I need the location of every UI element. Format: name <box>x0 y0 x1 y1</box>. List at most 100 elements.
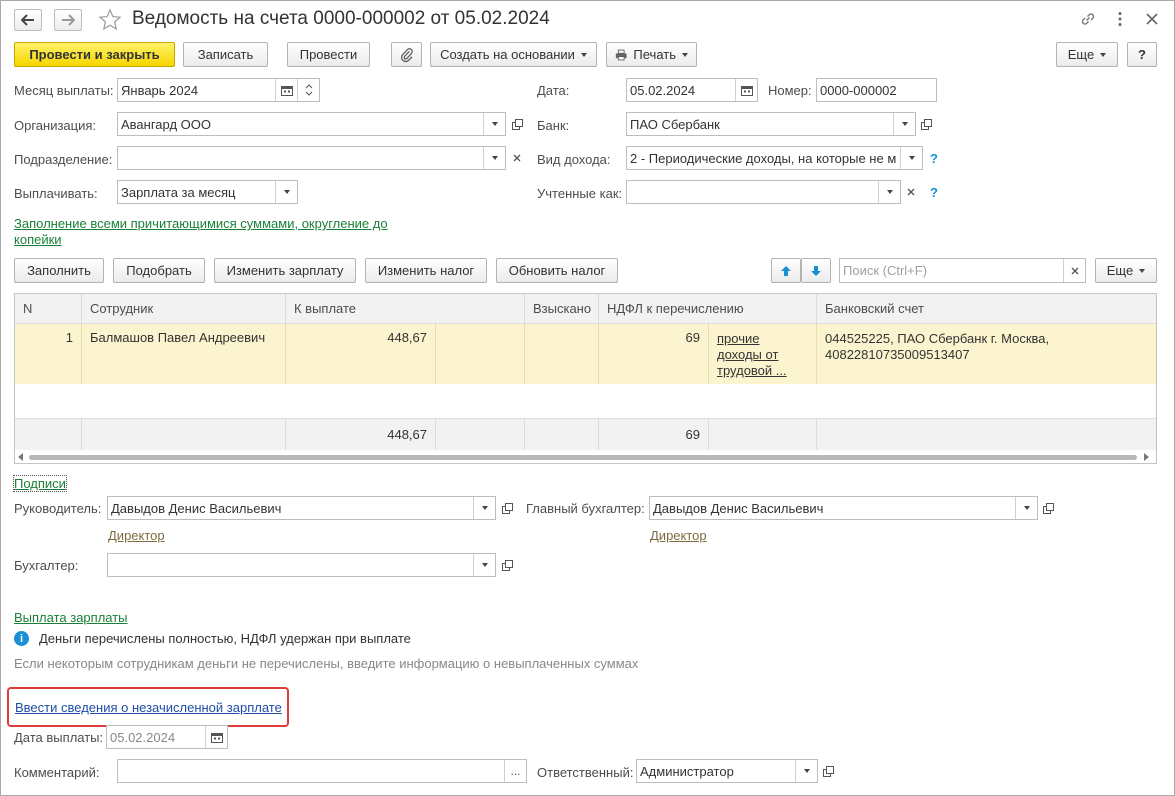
responsible-field[interactable]: Администратор <box>636 759 818 783</box>
search-placeholder: Поиск (Ctrl+F) <box>843 263 928 278</box>
cell-n: 1 <box>15 324 82 384</box>
select-button[interactable]: Подобрать <box>113 258 205 283</box>
accountant-field[interactable] <box>107 553 496 577</box>
col-header-employee[interactable]: Сотрудник <box>82 294 286 324</box>
salary-payment-link[interactable]: Выплата зарплаты <box>14 610 128 625</box>
print-button[interactable]: Печать <box>606 42 697 67</box>
head-label: Руководитель: <box>14 501 102 516</box>
org-value: Авангард ООО <box>121 117 211 132</box>
chief-accountant-value: Давыдов Денис Васильевич <box>653 501 824 516</box>
month-value: Январь 2024 <box>121 83 199 98</box>
calendar-button[interactable] <box>275 79 297 101</box>
counted-field[interactable] <box>626 180 901 204</box>
responsible-dropdown-button[interactable] <box>795 760 817 782</box>
col-header-ndfl[interactable]: НДФЛ к перечислению <box>599 294 817 324</box>
total-ndfl: 69 <box>599 418 709 450</box>
head-position-link[interactable]: Директор <box>108 528 165 543</box>
chief-accountant-field[interactable]: Давыдов Денис Васильевич <box>649 496 1038 520</box>
counted-clear-button[interactable] <box>901 181 921 203</box>
scrollbar-thumb[interactable] <box>29 455 1137 460</box>
pay-field[interactable]: Зарплата за месяц <box>117 180 298 204</box>
update-tax-button[interactable]: Обновить налог <box>496 258 618 283</box>
open-form-icon <box>822 765 834 777</box>
back-button[interactable] <box>14 9 42 31</box>
table-more-label: Еще <box>1106 263 1134 278</box>
search-input[interactable]: Поиск (Ctrl+F) <box>839 258 1086 283</box>
org-dropdown-button[interactable] <box>483 113 505 135</box>
col-header-account[interactable]: Банковский счет <box>817 294 1156 324</box>
bank-field[interactable]: ПАО Сбербанк <box>626 112 916 136</box>
bank-dropdown-button[interactable] <box>893 113 915 135</box>
org-field[interactable]: Авангард ООО <box>117 112 506 136</box>
accountant-dropdown-button[interactable] <box>473 554 495 576</box>
comment-field[interactable]: ... <box>117 759 527 783</box>
link-icon[interactable] <box>1079 10 1097 28</box>
post-and-close-button[interactable]: Провести и закрыть <box>14 42 175 67</box>
table-more-button[interactable]: Еще <box>1095 258 1157 283</box>
dept-field[interactable] <box>117 146 506 170</box>
create-based-on-button[interactable]: Создать на основании <box>430 42 597 67</box>
close-icon[interactable] <box>1143 10 1161 28</box>
pay-date-field[interactable]: 05.02.2024 <box>106 725 228 749</box>
arrow-left-icon <box>21 14 34 26</box>
income-field[interactable]: 2 - Периодические доходы, на которые не … <box>626 146 923 170</box>
chief-accountant-dropdown-button[interactable] <box>1015 497 1037 519</box>
post-button[interactable]: Провести <box>287 42 370 67</box>
month-spinner[interactable] <box>297 79 319 101</box>
month-field[interactable]: Январь 2024 <box>117 78 320 102</box>
cell-income-type[interactable]: прочие доходы от трудовой ... <box>709 324 817 384</box>
move-down-button[interactable] <box>801 258 831 283</box>
comment-edit-button[interactable]: ... <box>504 760 526 782</box>
unpaid-salary-link[interactable]: Ввести сведения о незачисленной зарплате <box>15 700 282 715</box>
bank-open-button[interactable] <box>916 113 936 135</box>
more-vertical-icon[interactable] <box>1111 10 1129 28</box>
responsible-open-button[interactable] <box>818 760 838 782</box>
help-button[interactable]: ? <box>1127 42 1157 67</box>
attachments-button[interactable] <box>391 42 422 67</box>
change-tax-button[interactable]: Изменить налог <box>365 258 487 283</box>
search-clear-button[interactable] <box>1063 259 1085 282</box>
col-header-to-pay[interactable]: К выплате <box>286 294 525 324</box>
col-header-collected[interactable]: Взыскано <box>525 294 599 324</box>
income-value: 2 - Периодические доходы, на которые не … <box>630 151 897 166</box>
move-up-button[interactable] <box>771 258 801 283</box>
fill-settings-link[interactable]: Заполнение всеми причитающимися суммами,… <box>14 216 388 231</box>
pay-date-label: Дата выплаты: <box>14 730 104 745</box>
comment-label: Комментарий: <box>14 765 100 780</box>
scroll-left-icon[interactable] <box>18 453 24 461</box>
favorite-star-icon[interactable] <box>98 8 122 32</box>
forward-button[interactable] <box>54 9 82 31</box>
dept-dropdown-button[interactable] <box>483 147 505 169</box>
number-field[interactable]: 0000-000002 <box>816 78 937 102</box>
change-salary-button[interactable]: Изменить зарплату <box>214 258 356 283</box>
chief-accountant-position-link[interactable]: Директор <box>650 528 707 543</box>
signatures-section-link[interactable]: Подписи <box>13 475 67 492</box>
help-icon[interactable]: ? <box>930 151 938 166</box>
more-button[interactable]: Еще <box>1056 42 1118 67</box>
document-window: Ведомость на счета 0000-000002 от 05.02.… <box>0 0 1175 796</box>
head-dropdown-button[interactable] <box>473 497 495 519</box>
accountant-open-button[interactable] <box>497 554 517 576</box>
col-header-n[interactable]: N <box>15 294 82 324</box>
pay-dropdown-button[interactable] <box>275 181 297 203</box>
org-open-button[interactable] <box>507 113 527 135</box>
head-open-button[interactable] <box>497 497 517 519</box>
chief-accountant-open-button[interactable] <box>1038 497 1058 519</box>
horizontal-scrollbar[interactable] <box>15 450 1156 463</box>
help-icon[interactable]: ? <box>930 185 938 200</box>
counted-dropdown-button[interactable] <box>878 181 900 203</box>
head-field[interactable]: Давыдов Денис Васильевич <box>107 496 496 520</box>
change-tax-label: Изменить налог <box>377 263 475 278</box>
calendar-button[interactable] <box>205 726 227 748</box>
save-button[interactable]: Записать <box>183 42 268 67</box>
fill-settings-link-cont[interactable]: копейки <box>14 232 62 247</box>
calendar-button[interactable] <box>735 79 757 101</box>
calendar-icon <box>280 85 293 96</box>
fill-button[interactable]: Заполнить <box>14 258 104 283</box>
scroll-right-icon[interactable] <box>1143 453 1149 461</box>
update-tax-label: Обновить налог <box>508 263 606 278</box>
date-field[interactable]: 05.02.2024 <box>626 78 758 102</box>
income-dropdown-button[interactable] <box>900 147 922 169</box>
payroll-table[interactable]: N Сотрудник К выплате Взыскано НДФЛ к пе… <box>14 293 1157 464</box>
dept-clear-button[interactable] <box>507 147 527 169</box>
